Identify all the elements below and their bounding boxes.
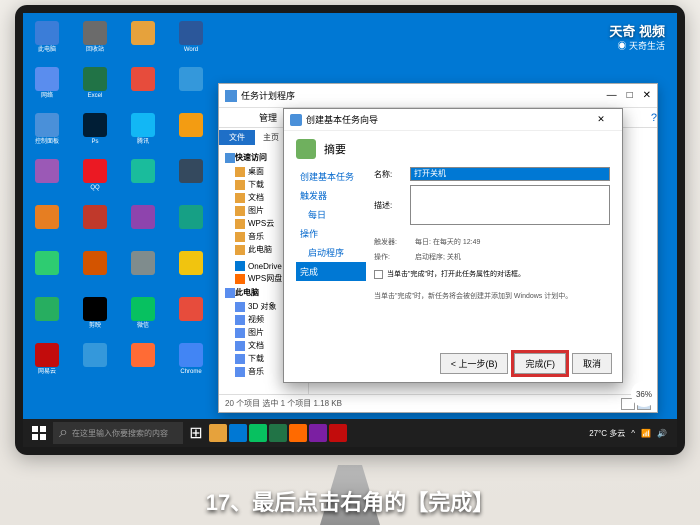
desktop-icon[interactable]	[127, 159, 159, 199]
watermark-sub: ◉ 天奇生活	[617, 39, 665, 52]
desktop-icon[interactable]	[175, 251, 207, 291]
wizard-nav: 创建基本任务 触发器 每日 操作 启动程序 完成	[296, 167, 366, 347]
search-icon: ⌕	[59, 424, 68, 442]
nav-start-program[interactable]: 启动程序	[296, 243, 366, 262]
taskbar-app[interactable]	[309, 424, 327, 442]
desktop-icon[interactable]: 网易云	[31, 343, 63, 383]
taskbar: ⌕ 在这里输入你要搜索的内容 ⊞ 27°C 多云 ^ 📶 🔊	[23, 419, 677, 447]
desc-label: 描述:	[374, 200, 404, 211]
nav-action[interactable]: 操作	[296, 224, 366, 243]
desktop-icon[interactable]: 网络	[31, 67, 63, 107]
nav-finish[interactable]: 完成	[296, 262, 366, 281]
tutorial-caption: 17、最后点击右角的【完成】	[0, 485, 700, 517]
desktop-icon[interactable]	[127, 21, 159, 61]
weather-badge[interactable]: 36%	[631, 381, 657, 407]
explorer-title: 任务计划程序	[241, 89, 295, 102]
taskbar-app[interactable]	[329, 424, 347, 442]
desktop-icon[interactable]	[79, 205, 111, 245]
system-tray: 27°C 多云 ^ 📶 🔊	[589, 428, 673, 439]
desktop-icon[interactable]: 回收站	[79, 21, 111, 61]
wizard-dialog: 创建基本任务向导 ✕ 摘要 创建基本任务 触发器 每日 操作 启动程序 完成 名…	[283, 108, 623, 383]
taskbar-app[interactable]	[289, 424, 307, 442]
wizard-header: 摘要	[324, 141, 346, 157]
action-value: 启动程序; 关机	[415, 252, 461, 263]
desktop-icon[interactable]: 此电脑	[31, 21, 63, 61]
desktop-icon[interactable]: 控制面板	[31, 113, 63, 153]
status-bar: 20 个项目 选中 1 个项目 1.18 KB	[219, 394, 657, 412]
desktop-icon[interactable]	[127, 343, 159, 383]
nav-trigger[interactable]: 触发器	[296, 186, 366, 205]
search-box[interactable]: ⌕ 在这里输入你要搜索的内容	[53, 422, 183, 444]
wizard-title: 创建基本任务向导	[306, 113, 378, 126]
taskbar-app[interactable]	[249, 424, 267, 442]
trigger-value: 每日: 在每天的 12:49	[415, 237, 480, 248]
search-placeholder: 在这里输入你要搜索的内容	[72, 428, 168, 439]
tray-chevron-icon[interactable]: ^	[631, 429, 635, 438]
desktop-icon[interactable]	[31, 159, 63, 199]
cancel-button[interactable]: 取消	[572, 353, 612, 374]
help-icon[interactable]: ?	[651, 112, 657, 124]
desktop-icon[interactable]: 腾讯	[127, 113, 159, 153]
taskbar-app[interactable]	[229, 424, 247, 442]
start-button[interactable]	[27, 421, 51, 445]
desktop-icon[interactable]: Excel	[79, 67, 111, 107]
name-label: 名称:	[374, 169, 404, 180]
desktop-icon[interactable]: Ps	[79, 113, 111, 153]
desktop-icon[interactable]	[127, 205, 159, 245]
open-properties-checkbox[interactable]	[374, 270, 383, 279]
name-input[interactable]: 打开关机	[410, 167, 610, 181]
desktop-icon[interactable]	[79, 251, 111, 291]
desktop-icon[interactable]: 微信	[127, 297, 159, 337]
nav-create-task[interactable]: 创建基本任务	[296, 167, 366, 186]
app-icon	[225, 90, 237, 102]
close-button[interactable]: ✕	[643, 90, 651, 101]
volume-icon[interactable]: 🔊	[657, 429, 667, 438]
menu-file[interactable]: 文件	[219, 130, 255, 145]
desktop-icon[interactable]	[175, 113, 207, 153]
desc-input[interactable]	[410, 185, 610, 225]
tab-manage[interactable]: 管理	[259, 111, 277, 124]
wizard-note: 当单击"完成"时，新任务将会被创建并添加到 Windows 计划中。	[374, 291, 610, 302]
back-button[interactable]: < 上一步(B)	[440, 353, 509, 374]
watermark: 天奇 视频	[609, 21, 665, 40]
desktop-icons: 此电脑回收站 Word 网络 Excel 控制面板 Ps 腾讯 QQ 剪映微信网易云 Chrome	[31, 21, 215, 383]
network-icon[interactable]: 📶	[641, 429, 651, 438]
desktop-icon[interactable]: 剪映	[79, 297, 111, 337]
minimize-button[interactable]: —	[607, 90, 617, 101]
desktop-icon[interactable]	[79, 343, 111, 383]
desktop-icon[interactable]	[175, 205, 207, 245]
weather-widget[interactable]: 27°C 多云	[589, 428, 625, 439]
desktop-icon[interactable]	[31, 205, 63, 245]
maximize-button[interactable]: □	[627, 90, 633, 101]
desktop-icon[interactable]	[127, 251, 159, 291]
desktop-icon[interactable]: Word	[175, 21, 207, 61]
desktop-icon[interactable]	[175, 67, 207, 107]
desktop-icon[interactable]: Chrome	[175, 343, 207, 383]
taskbar-app[interactable]	[269, 424, 287, 442]
action-label: 操作:	[374, 252, 409, 263]
task-view-icon[interactable]: ⊞	[185, 422, 207, 444]
close-icon[interactable]: ✕	[586, 114, 616, 125]
explorer-titlebar: 任务计划程序 — □ ✕	[219, 84, 657, 108]
checkbox-label: 当单击"完成"时，打开此任务属性的对话框。	[387, 269, 525, 279]
desktop-icon[interactable]	[175, 159, 207, 199]
nav-daily[interactable]: 每日	[296, 205, 366, 224]
summary-icon	[296, 139, 316, 159]
wizard-icon	[290, 114, 302, 126]
finish-button[interactable]: 完成(F)	[514, 353, 566, 374]
desktop-icon[interactable]	[127, 67, 159, 107]
desktop-icon[interactable]	[31, 251, 63, 291]
desktop-icon[interactable]: QQ	[79, 159, 111, 199]
trigger-label: 触发器:	[374, 237, 409, 248]
desktop-icon[interactable]	[175, 297, 207, 337]
taskbar-app[interactable]	[209, 424, 227, 442]
desktop-icon[interactable]	[31, 297, 63, 337]
